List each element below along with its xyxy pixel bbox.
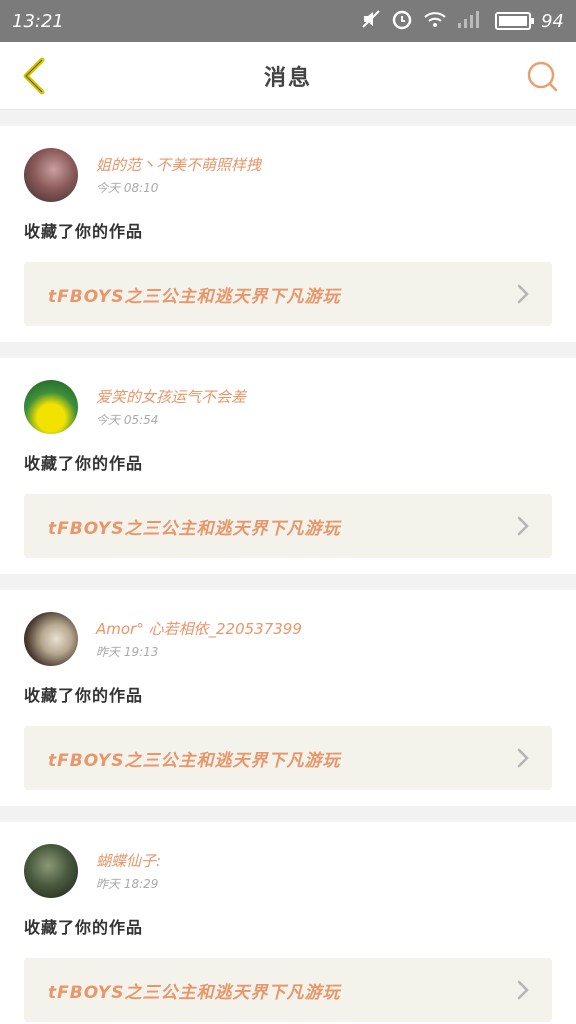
wifi-icon [423, 9, 447, 34]
app-header: 消息 [0, 42, 576, 110]
status-bar: 13:21 94 [0, 0, 576, 42]
timestamp: 昨天 19:13 [96, 645, 159, 659]
message-header: 姐的范丶不美不萌照样拽 今天 08:10 [24, 148, 552, 202]
page-title: 消息 [263, 65, 312, 91]
status-icons: 94 [361, 8, 564, 35]
username[interactable]: 蝴蝶仙子: [96, 850, 161, 871]
work-title: tFBOYS之三公主和逃天界下凡游玩 [48, 518, 341, 539]
battery-icon [495, 12, 535, 30]
message-card: Amor° 心若相依_220537399 昨天 19:13 收藏了你的作品 tF… [0, 590, 576, 806]
chevron-right-icon [514, 514, 532, 538]
alarm-icon [391, 8, 413, 35]
work-title: tFBOYS之三公主和逃天界下凡游玩 [48, 750, 341, 771]
work-link[interactable]: tFBOYS之三公主和逃天界下凡游玩 [24, 726, 552, 790]
chevron-right-icon [514, 978, 532, 1002]
action-text: 收藏了你的作品 [24, 222, 144, 241]
timestamp: 昨天 18:29 [96, 877, 159, 891]
avatar[interactable] [24, 844, 78, 898]
username[interactable]: 爱笑的女孩运气不会差 [96, 386, 246, 407]
message-card: 爱笑的女孩运气不会差 今天 05:54 收藏了你的作品 tFBOYS之三公主和逃… [0, 358, 576, 574]
work-title: tFBOYS之三公主和逃天界下凡游玩 [48, 982, 341, 1003]
mute-icon [361, 9, 381, 34]
message-card: 蝴蝶仙子: 昨天 18:29 收藏了你的作品 tFBOYS之三公主和逃天界下凡游… [0, 822, 576, 1024]
message-header: Amor° 心若相依_220537399 昨天 19:13 [24, 612, 552, 666]
back-chevron-icon[interactable] [16, 57, 52, 94]
message-header: 爱笑的女孩运气不会差 今天 05:54 [24, 380, 552, 434]
message-card: 姐的范丶不美不萌照样拽 今天 08:10 收藏了你的作品 tFBOYS之三公主和… [0, 126, 576, 342]
message-header: 蝴蝶仙子: 昨天 18:29 [24, 844, 552, 898]
status-time: 13:21 [12, 10, 64, 32]
search-icon[interactable] [524, 58, 560, 94]
chevron-right-icon [514, 746, 532, 770]
signal-icon [457, 9, 485, 34]
avatar[interactable] [24, 380, 78, 434]
action-text: 收藏了你的作品 [24, 686, 144, 705]
battery-level: 94 [541, 10, 564, 32]
timestamp: 今天 08:10 [96, 181, 159, 195]
work-link[interactable]: tFBOYS之三公主和逃天界下凡游玩 [24, 958, 552, 1022]
timestamp: 今天 05:54 [96, 413, 159, 427]
work-title: tFBOYS之三公主和逃天界下凡游玩 [48, 286, 341, 307]
username[interactable]: 姐的范丶不美不萌照样拽 [96, 154, 261, 175]
username[interactable]: Amor° 心若相依_220537399 [96, 618, 302, 639]
work-link[interactable]: tFBOYS之三公主和逃天界下凡游玩 [24, 494, 552, 558]
avatar[interactable] [24, 148, 78, 202]
message-list: 姐的范丶不美不萌照样拽 今天 08:10 收藏了你的作品 tFBOYS之三公主和… [0, 110, 576, 1024]
action-text: 收藏了你的作品 [24, 454, 144, 473]
work-link[interactable]: tFBOYS之三公主和逃天界下凡游玩 [24, 262, 552, 326]
action-text: 收藏了你的作品 [24, 918, 144, 937]
avatar[interactable] [24, 612, 78, 666]
chevron-right-icon [514, 282, 532, 306]
